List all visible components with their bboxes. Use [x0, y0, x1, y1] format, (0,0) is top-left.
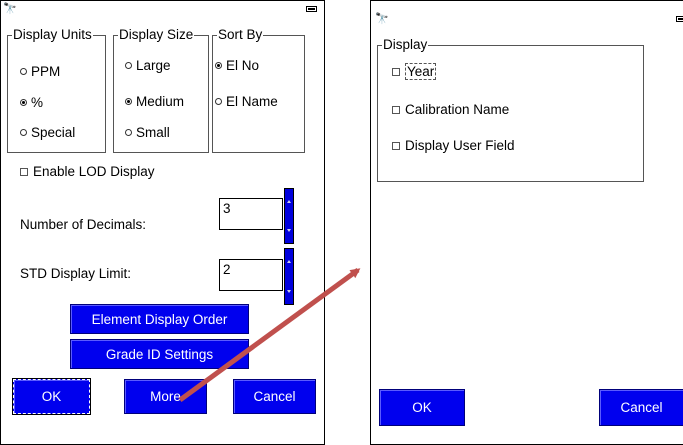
cancel-button[interactable]: Cancel [599, 389, 683, 426]
spin-up-icon [287, 200, 291, 203]
battery-icon [676, 16, 683, 22]
radio-ppm[interactable]: PPM [20, 64, 60, 80]
radio-percent-indicator [20, 99, 27, 106]
element-display-order-button[interactable]: Element Display Order [70, 304, 249, 334]
enable-lod-checkbox[interactable]: Enable LOD Display [20, 164, 155, 180]
grade-id-settings-button[interactable]: Grade ID Settings [70, 339, 249, 369]
display-user-field-label: Display User Field [405, 138, 515, 153]
sort-by-group: Sort By [212, 28, 305, 153]
enable-lod-box [20, 168, 28, 176]
radio-el-no-indicator [215, 62, 222, 69]
display-units-legend: Display Units [13, 27, 92, 42]
radio-ppm-label: PPM [31, 64, 61, 79]
radio-small-indicator [125, 129, 132, 136]
std-limit-label: STD Display Limit: [20, 266, 132, 281]
binoculars-icon: 🔭 [3, 3, 17, 15]
radio-large-indicator [125, 62, 132, 69]
radio-percent-label: % [31, 95, 44, 110]
year-box [392, 68, 400, 76]
cancel-button[interactable]: Cancel [233, 379, 316, 414]
spin-down-icon [287, 290, 291, 293]
radio-medium-label: Medium [136, 94, 185, 109]
std-limit-input[interactable]: 2 [219, 259, 283, 291]
radio-medium-indicator [125, 98, 132, 105]
binoculars-icon: 🔭 [375, 13, 389, 25]
radio-percent[interactable]: % [20, 95, 43, 111]
calibration-name-box [392, 106, 400, 114]
radio-medium[interactable]: Medium [125, 94, 184, 110]
more-button[interactable]: More [124, 379, 207, 414]
decimals-input[interactable]: 3 [219, 198, 283, 230]
battery-icon [306, 6, 317, 12]
radio-large-label: Large [136, 58, 171, 73]
radio-special-indicator [20, 129, 27, 136]
radio-el-name-indicator [215, 98, 222, 105]
radio-ppm-indicator [20, 68, 27, 75]
enable-lod-label: Enable LOD Display [33, 164, 155, 179]
year-checkbox[interactable]: Year [392, 63, 437, 80]
std-limit-spinner[interactable] [284, 248, 294, 305]
year-label: Year [405, 63, 437, 80]
settings-screen-main: 🔭 Display Units PPM % Special Display Si… [0, 0, 325, 445]
radio-el-no-label: El No [226, 58, 260, 73]
radio-large[interactable]: Large [125, 58, 171, 74]
radio-small[interactable]: Small [125, 125, 170, 141]
radio-special[interactable]: Special [20, 125, 75, 141]
settings-screen-more: 🔭 Display Year Calibration Name Display … [370, 0, 683, 445]
radio-el-name[interactable]: El Name [215, 94, 278, 110]
display-user-field-box [392, 142, 400, 150]
decimals-label: Number of Decimals: [20, 217, 147, 232]
ok-button[interactable]: OK [12, 378, 91, 415]
spin-down-icon [287, 229, 291, 232]
calibration-name-checkbox[interactable]: Calibration Name [392, 102, 509, 118]
calibration-name-label: Calibration Name [405, 102, 510, 117]
ok-button[interactable]: OK [379, 389, 465, 426]
radio-el-name-label: El Name [226, 94, 278, 109]
radio-special-label: Special [31, 125, 76, 140]
sort-by-legend: Sort By [218, 27, 263, 42]
display-legend: Display [383, 37, 428, 52]
radio-small-label: Small [136, 125, 170, 140]
spin-up-icon [287, 260, 291, 263]
display-size-legend: Display Size [119, 27, 194, 42]
radio-el-no[interactable]: El No [215, 58, 259, 74]
display-user-field-checkbox[interactable]: Display User Field [392, 138, 515, 154]
decimals-spinner[interactable] [284, 188, 294, 244]
